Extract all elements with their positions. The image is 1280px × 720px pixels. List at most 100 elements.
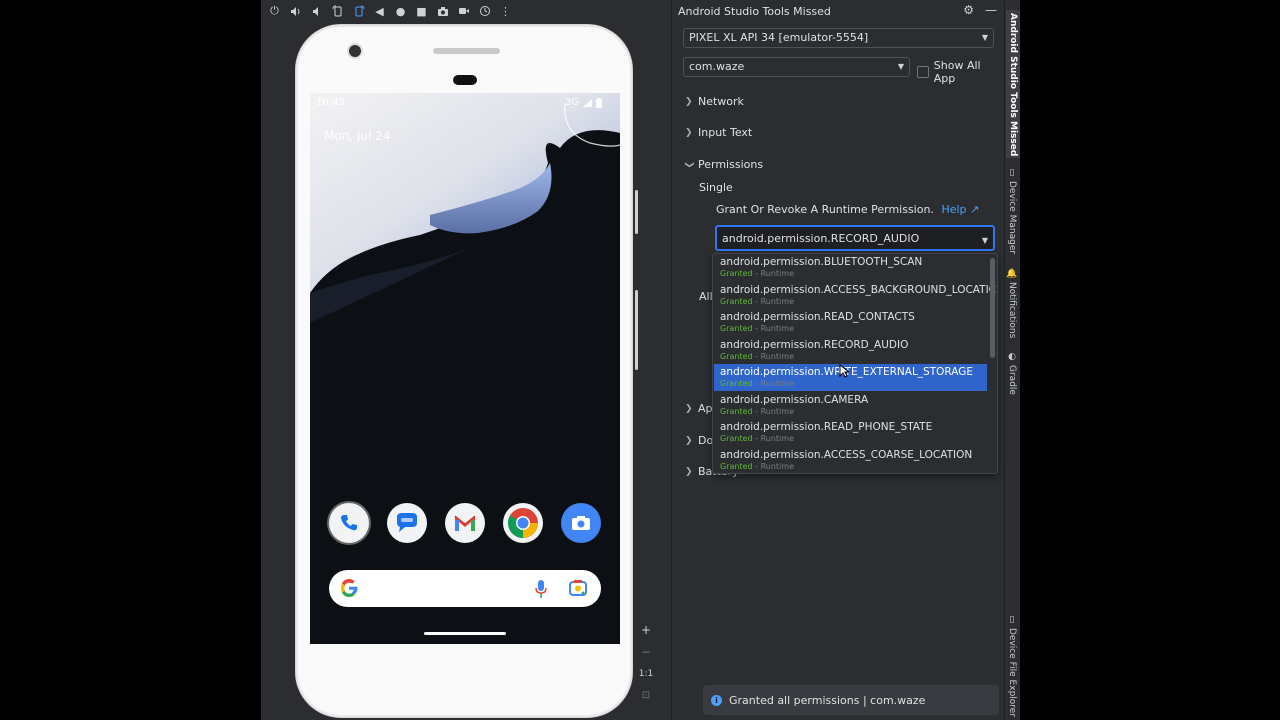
chevron-down-icon: ▼ <box>981 33 988 42</box>
google-g-icon <box>341 579 358 597</box>
permission-status: Granted <box>720 269 753 278</box>
permission-name: android.permission.ACCESS_BACKGROUND_LOC… <box>720 283 997 296</box>
minimize-icon[interactable]: — <box>985 3 997 17</box>
camera-app-icon[interactable] <box>561 503 601 543</box>
tab-device-manager[interactable]: ▯ Device Manager <box>1007 168 1017 254</box>
permission-option[interactable]: android.permission.ACCESS_BACKGROUND_LOC… <box>714 282 996 309</box>
permission-option[interactable]: android.permission.ACCESS_COARSE_LOCATIO… <box>714 447 987 474</box>
tab-gradle[interactable]: ◐ Gradle <box>1007 352 1017 395</box>
permission-dropdown-list[interactable]: android.permission.BLUETOOTH_SCAN Grante… <box>712 253 998 474</box>
power-icon[interactable]: ⏻ <box>265 1 284 21</box>
chrome-app-icon[interactable] <box>503 503 543 543</box>
permission-name: android.permission.READ_CONTACTS <box>720 311 915 323</box>
bell-icon: 🔔 <box>1007 268 1017 279</box>
device-manager-icon: ▯ <box>1007 168 1017 178</box>
gesture-home-bar[interactable] <box>424 632 506 635</box>
permission-option[interactable]: android.permission.READ_PHONE_STATE Gran… <box>714 419 987 446</box>
screen-record-icon[interactable] <box>454 1 473 21</box>
gmail-app-icon[interactable] <box>445 503 485 543</box>
phone-camera <box>349 45 361 57</box>
app-selector[interactable]: com.waze ▼ <box>683 57 910 77</box>
chevron-down-icon: ▼ <box>981 236 988 245</box>
show-all-apps-checkbox[interactable]: Show All App <box>917 59 1004 85</box>
volume-up-icon[interactable] <box>286 1 305 21</box>
messages-app-icon[interactable] <box>387 503 427 543</box>
permission-option-highlighted[interactable]: android.permission.WRITE_EXTERNAL_STORAG… <box>714 364 987 391</box>
lens-icon[interactable] <box>568 579 588 597</box>
mic-icon[interactable] <box>535 579 547 599</box>
permission-type: - Runtime <box>752 379 794 388</box>
permission-option[interactable]: android.permission.BLUETOOTH_SCAN Grante… <box>714 254 987 281</box>
permission-meta: Granted - Runtime <box>720 324 794 333</box>
permission-option[interactable]: android.permission.CAMERA Granted - Runt… <box>714 392 987 419</box>
device-screen[interactable]: 10:43 3G Mon, Jul 24 <box>310 93 620 644</box>
tool-window-header: Android Studio Tools Missed ⚙ — <box>672 0 1005 22</box>
checkbox-box[interactable] <box>917 66 929 78</box>
dropdown-scrollbar[interactable] <box>990 258 995 358</box>
back-icon[interactable]: ◀ <box>370 1 389 21</box>
permission-status: Granted <box>720 434 753 443</box>
section-input-text[interactable]: ❯ Input Text <box>685 126 752 139</box>
volume-down-icon[interactable] <box>307 1 326 21</box>
right-tool-stripe: Android Studio Tools Missed ▯ Device Man… <box>1004 0 1020 720</box>
permission-status: Granted <box>720 406 753 416</box>
tool-window-title: Android Studio Tools Missed <box>678 4 831 18</box>
grant-description: Grant Or Revoke A Runtime Permission. He… <box>716 203 979 216</box>
permission-selector-value: android.permission.RECORD_AUDIO <box>722 232 920 245</box>
power-button <box>635 190 638 234</box>
permission-status: Granted <box>720 296 753 306</box>
permission-name: android.permission.RECORD_AUDIO <box>720 338 909 351</box>
tab-label: Device File Explorer <box>1007 628 1017 718</box>
fit-screen-icon[interactable]: ⊡ <box>642 687 650 705</box>
emulator-toolbar: ⏻ ◀ ● ■ ⋮ <box>261 0 671 22</box>
tab-tools-missed[interactable]: Android Studio Tools Missed <box>1006 10 1020 158</box>
permission-meta: Granted - Runtime <box>720 352 794 361</box>
chevron-right-icon: ❯ <box>685 96 693 107</box>
app-selector-value: com.waze <box>689 60 745 73</box>
google-search-bar[interactable] <box>329 570 601 607</box>
phone-app-icon[interactable] <box>329 503 369 543</box>
overview-icon[interactable]: ■ <box>412 1 431 21</box>
help-link[interactable]: Help ↗ <box>941 203 979 216</box>
notification-toast: i Granted all permissions | com.waze <box>703 685 999 715</box>
device-selector[interactable]: PIXEL XL API 34 [emulator-5554] ▼ <box>683 28 994 48</box>
status-time: 10:43 <box>316 97 345 108</box>
rotate-right-icon[interactable] <box>349 1 368 21</box>
actual-size-button[interactable]: 1:1 <box>639 665 653 683</box>
permission-selector[interactable]: android.permission.RECORD_AUDIO ▼ <box>715 225 995 251</box>
permission-option[interactable]: android.permission.RECORD_AUDIO Granted … <box>714 337 987 364</box>
permission-type: - Runtime <box>752 324 794 333</box>
section-permissions[interactable]: ❯ Permissions <box>684 158 764 171</box>
section-label: Input Text <box>698 126 753 139</box>
camera-screenshot-icon[interactable] <box>433 1 452 21</box>
mouse-cursor-icon <box>839 364 849 378</box>
tab-notifications[interactable]: 🔔 Notifications <box>1007 268 1017 338</box>
running-devices-panel: ⏻ ◀ ● ■ ⋮ 10:43 3G Mon, Jul 24 + − 1:1 ⊡ <box>261 0 671 720</box>
network-type: 3G <box>564 97 579 108</box>
tools-missed-panel: Android Studio Tools Missed ⚙ — PIXEL XL… <box>671 0 1004 720</box>
permission-meta: Granted - Runtime <box>720 269 794 278</box>
permission-type: - Runtime <box>752 351 794 361</box>
gear-icon[interactable]: ⚙ <box>963 3 974 17</box>
permission-name: android.permission.CAMERA <box>720 393 869 406</box>
toast-message: Granted all permissions | com.waze <box>729 693 926 707</box>
permission-name: android.permission.ACCESS_COARSE_LOCATIO… <box>720 448 973 461</box>
more-icon[interactable]: ⋮ <box>496 1 515 21</box>
section-label: Permissions <box>698 158 764 171</box>
permission-type: - Runtime <box>752 269 794 278</box>
permission-option[interactable]: android.permission.READ_CONTACTS Granted… <box>714 309 987 336</box>
tab-device-file-explorer[interactable]: ▯ Device File Explorer <box>1007 615 1017 717</box>
zoom-out-button[interactable]: − <box>641 643 651 661</box>
subsection-all[interactable]: All <box>699 290 713 303</box>
snapshot-icon[interactable] <box>475 1 494 21</box>
chevron-right-icon: ❯ <box>685 466 693 477</box>
zoom-in-button[interactable]: + <box>641 621 651 639</box>
rotate-left-icon[interactable] <box>328 1 347 21</box>
chevron-right-icon: ❯ <box>685 127 693 138</box>
section-network[interactable]: ❯ Network <box>685 95 744 108</box>
home-icon[interactable]: ● <box>391 1 410 21</box>
signal-icon <box>583 98 592 107</box>
permission-name: android.permission.READ_PHONE_STATE <box>720 421 933 433</box>
permission-type: - Runtime <box>752 406 794 416</box>
permission-name: android.permission.BLUETOOTH_SCAN <box>720 256 923 268</box>
